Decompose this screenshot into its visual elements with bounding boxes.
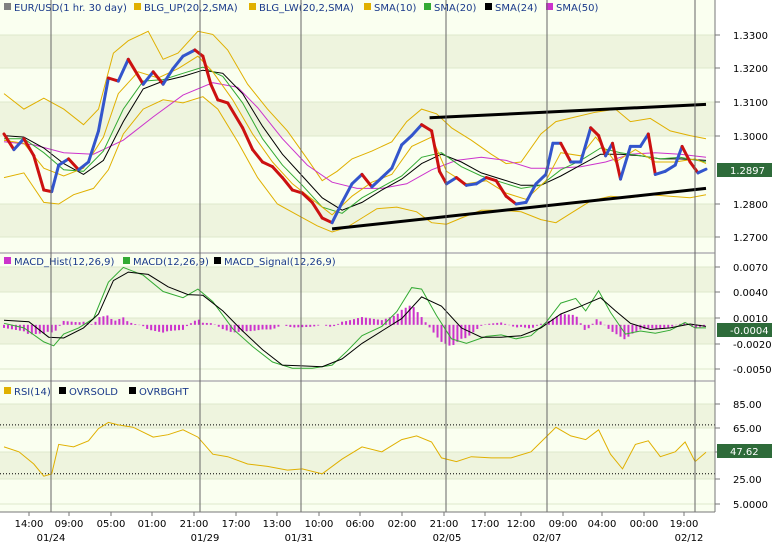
- x-tick-label: 05:00: [97, 519, 126, 530]
- legend-swatch-sma20: [424, 3, 431, 10]
- chart-canvas: EUR/USD(1 hr. 30 day) BLG_UP(20,2,SMA) B…: [0, 0, 772, 542]
- price-segment: [514, 200, 528, 206]
- legend-swatch-ovrbght: [129, 387, 136, 394]
- grid-band: [0, 35, 715, 68]
- legend-macd-signal: MACD_Signal(12,26,9): [224, 257, 336, 268]
- x-tick-label: 14:00: [15, 519, 44, 530]
- y-tick-label: 1.3000: [733, 132, 768, 143]
- legend-swatch-blg-up: [134, 3, 141, 10]
- last-value-label: 47.62: [730, 447, 759, 458]
- last-value-label: 1.2897: [730, 166, 765, 177]
- date-label: 02/05: [433, 533, 462, 542]
- legend-ovrbght: OVRBGHT: [139, 387, 189, 398]
- y-axis-column: 1.3300 1.3200 1.3100 1.3000 1.2800 1.2700 0.0…: [714, 0, 772, 512]
- x-tick-label: 00:00: [630, 519, 659, 530]
- y-tick-label: 65.00: [733, 424, 762, 435]
- macd-panel: MACD_Hist(12,26,9) MACD(12,26,9) MACD_Si…: [0, 254, 715, 380]
- date-label: 02/07: [533, 533, 562, 542]
- date-label: 02/12: [675, 533, 704, 542]
- date-label: 01/29: [191, 533, 220, 542]
- y-tick-label: 5.0000: [733, 500, 768, 511]
- legend-blg-up: BLG_UP(20,2,SMA): [144, 3, 238, 14]
- y-tick-label: -0.0050: [733, 365, 772, 376]
- legend-swatch-macd-hist: [4, 257, 11, 264]
- x-tick-label: 17:00: [222, 519, 251, 530]
- y-tick-label: -0.0020: [733, 340, 772, 351]
- legend-swatch-sma10: [364, 3, 371, 10]
- last-value-label: -0.0004: [730, 326, 769, 337]
- y-tick-label: 25.00: [733, 475, 762, 486]
- y-tick-label: 1.3200: [733, 64, 768, 75]
- y-tick-label: 0.0070: [733, 263, 768, 274]
- legend-swatch-rsi: [4, 387, 11, 394]
- legend-macd: MACD(12,26,9): [133, 257, 209, 268]
- legend-swatch-sma24: [485, 3, 492, 10]
- price-panel: EUR/USD(1 hr. 30 day) BLG_UP(20,2,SMA) B…: [0, 0, 715, 252]
- macd-y-axis: 0.00700.00400.0010-0.0020-0.0050: [715, 263, 772, 376]
- legend-macd-hist: MACD_Hist(12,26,9): [14, 257, 114, 268]
- y-tick-label: 1.2700: [733, 233, 768, 244]
- x-tick-label: 09:00: [549, 519, 578, 530]
- y-tick-label: 1.3100: [733, 98, 768, 109]
- y-tick-label: 0.0040: [733, 288, 768, 299]
- x-tick-label: 17:00: [471, 519, 500, 530]
- grid-band: [0, 452, 715, 479]
- legend-swatch-macd-signal: [214, 257, 221, 264]
- price-segment: [464, 182, 478, 187]
- rsi-panel-bg: [0, 382, 715, 512]
- legend-sma20: SMA(20): [434, 3, 476, 14]
- x-tick-label: 19:00: [670, 519, 699, 530]
- y-tick-label: 1.3300: [733, 31, 768, 42]
- legend-sma10: SMA(10): [374, 3, 416, 14]
- date-label: 01/31: [285, 533, 314, 542]
- date-label: 01/24: [37, 533, 66, 542]
- legend-ovrsold: OVRSOLD: [69, 387, 118, 398]
- x-tick-label: 12:00: [507, 519, 536, 530]
- x-tick-label: 10:00: [305, 519, 334, 530]
- price-y-axis: 1.3300 1.3200 1.3100 1.3000 1.2800 1.2700: [715, 31, 768, 244]
- grid-band: [0, 267, 715, 292]
- rsi-panel: RSI(14) OVRSOLD OVRBGHT: [0, 382, 715, 512]
- legend-sma50: SMA(50): [556, 3, 598, 14]
- x-axis: 14:00 09:00 05:00 01:00 21:00 17:00 13:00 10:00…: [0, 511, 715, 542]
- x-tick-label: 01:00: [138, 519, 167, 530]
- y-tick-label: 1.2800: [733, 200, 768, 211]
- legend-swatch-price: [4, 3, 11, 10]
- legend-price: EUR/USD(1 hr. 30 day): [14, 3, 127, 14]
- legend-swatch-ovrsold: [59, 387, 66, 394]
- legend-blg-lw: BLG_LW(20,2,SMA): [259, 3, 354, 14]
- x-tick-label: 02:00: [388, 519, 417, 530]
- y-tick-label: 85.00: [733, 400, 762, 411]
- legend-sma24: SMA(24): [495, 3, 537, 14]
- x-tick-label: 06:00: [346, 519, 375, 530]
- x-tick-label: 09:00: [55, 519, 84, 530]
- x-tick-label: 21:00: [180, 519, 209, 530]
- x-tick-label: 21:00: [430, 519, 459, 530]
- legend-swatch-macd: [123, 257, 130, 264]
- x-tick-label: 13:00: [263, 519, 292, 530]
- grid-band: [0, 102, 715, 136]
- legend-swatch-blg-lw: [249, 3, 256, 10]
- x-tick-label: 04:00: [588, 519, 617, 530]
- legend-rsi: RSI(14): [14, 387, 51, 398]
